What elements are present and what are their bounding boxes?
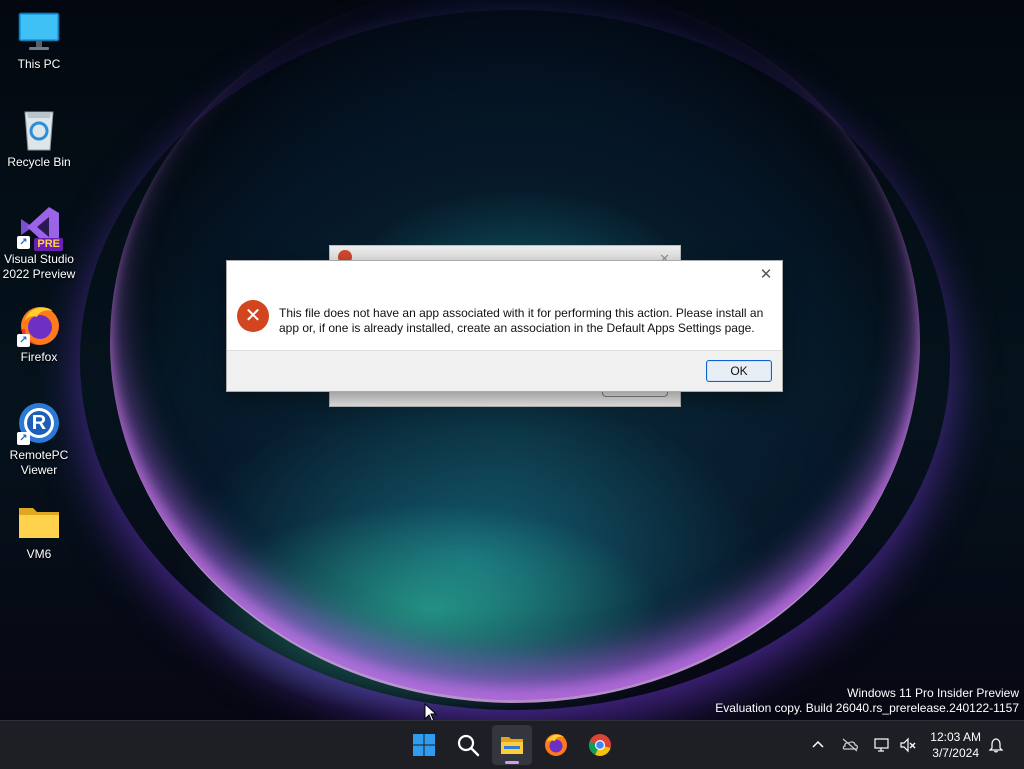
search-button[interactable] [448, 725, 488, 765]
preview-badge: PRE [34, 238, 63, 251]
close-button[interactable]: ✕ [758, 267, 774, 283]
dialog-footer: OK [227, 350, 782, 391]
ok-button[interactable]: OK [706, 360, 772, 382]
desktop-icon-firefox[interactable]: ↗ Firefox [2, 303, 76, 365]
system-tray [808, 721, 928, 769]
desktop-icon-label-line1: Visual Studio [4, 252, 74, 266]
folder-icon [17, 500, 61, 544]
taskbar-chrome[interactable] [580, 725, 620, 765]
monitor-icon [17, 10, 61, 54]
clock-date: 3/7/2024 [932, 746, 979, 760]
visual-studio-icon: PRE ↗ [17, 205, 63, 251]
desktop-icon-remotepc-viewer[interactable]: R ↗ RemotePC Viewer [2, 401, 76, 478]
desktop-icon-label-line2: 2022 Preview [2, 267, 76, 281]
desktop-icon-this-pc[interactable]: This PC [2, 10, 76, 72]
recycle-bin-icon [17, 108, 61, 152]
error-message: This file does not have an app associate… [279, 306, 764, 335]
chevron-up-icon[interactable] [810, 737, 826, 753]
firefox-icon [545, 734, 567, 756]
desktop-icon-label-line1: RemotePC [9, 448, 69, 462]
desktop-icon-recycle-bin[interactable]: Recycle Bin [2, 108, 76, 170]
taskbar-firefox[interactable] [536, 725, 576, 765]
desktop-icon-label: Recycle Bin [7, 155, 71, 169]
desktop-icon-label: Firefox [20, 350, 58, 364]
shortcut-arrow-icon: ↗ [17, 432, 30, 445]
volume-muted-icon[interactable] [899, 737, 916, 753]
desktop-icon-vm6[interactable]: VM6 [2, 500, 76, 562]
desktop-icon-label: This PC [17, 57, 61, 71]
network-icon[interactable] [873, 737, 889, 753]
error-dialog: ✕ ✕ This file does not have an app assoc… [226, 260, 783, 392]
shortcut-arrow-icon: ↗ [17, 236, 30, 249]
file-explorer-icon [501, 737, 523, 754]
error-icon: ✕ [237, 300, 269, 332]
notification-bell-icon[interactable] [988, 737, 1004, 753]
watermark-line1: Windows 11 Pro Insider Preview [847, 686, 1019, 700]
remotepc-glyph: R [31, 412, 47, 434]
search-icon [457, 734, 480, 757]
firefox-icon: ↗ [17, 303, 61, 347]
taskbar-file-explorer[interactable] [492, 725, 532, 765]
chrome-icon [588, 734, 611, 756]
clock-time: 12:03 AM [930, 730, 981, 744]
desktop-icon-visual-studio[interactable]: PRE ↗ Visual Studio 2022 Preview [2, 205, 76, 282]
start-icon [413, 734, 435, 756]
onedrive-offline-icon[interactable] [841, 737, 858, 753]
start-button[interactable] [404, 725, 444, 765]
desktop-icon-label-line2: Viewer [20, 463, 58, 477]
watermark-line2: Evaluation copy. Build 26040.rs_prerelea… [715, 701, 1019, 715]
desktop-icon-label: VM6 [26, 547, 52, 561]
windows-watermark: Windows 11 Pro Insider Preview Evaluatio… [715, 686, 1019, 716]
remotepc-icon: R ↗ [17, 401, 61, 445]
shortcut-arrow-icon: ↗ [17, 334, 30, 347]
taskbar-clock[interactable]: 12:03 AM 3/7/2024 [930, 729, 981, 761]
taskbar: 12:03 AM 3/7/2024 [0, 720, 1024, 769]
active-indicator [505, 761, 519, 764]
